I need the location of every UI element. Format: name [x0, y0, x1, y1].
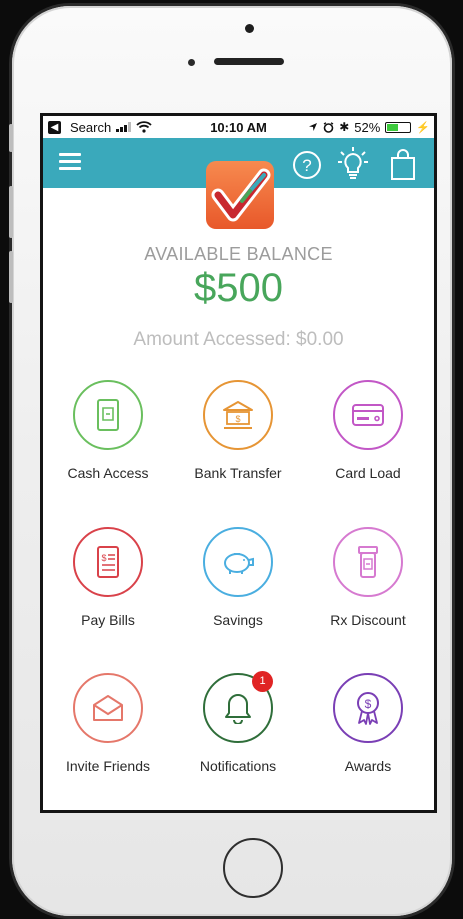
svg-text:?: ?: [302, 156, 311, 175]
tile-label: Notifications: [199, 758, 277, 774]
savings-circle[interactable]: [203, 527, 273, 597]
app-screen: ◀ Search 10:10 AM ✱ 52% ⚡ ? AVAILABLE BA…: [40, 113, 437, 813]
front-camera: [245, 24, 254, 33]
svg-text:$: $: [235, 414, 240, 424]
status-bar: ◀ Search 10:10 AM ✱ 52% ⚡: [43, 116, 434, 138]
pill-bottle-icon: [358, 546, 378, 578]
checkmark-logo-icon: [211, 168, 271, 222]
wifi-icon: [136, 121, 152, 133]
svg-text:$: $: [365, 697, 372, 711]
volume-up-button: [9, 186, 13, 238]
tile-bank-transfer[interactable]: $ Bank Transfer: [173, 380, 303, 481]
tile-label: Invite Friends: [65, 758, 151, 774]
alarm-icon: [323, 121, 334, 133]
cash-access-circle[interactable]: [73, 380, 143, 450]
bluetooth-icon: ✱: [339, 120, 350, 134]
amount-accessed-text: Amount Accessed: $0.00: [133, 329, 344, 350]
signal-icon: [116, 122, 132, 132]
envelope-icon: [93, 695, 123, 721]
tile-cash-access[interactable]: Cash Access: [43, 380, 173, 481]
back-arrow-icon[interactable]: ◀: [48, 120, 61, 134]
shopping-bag-icon[interactable]: [389, 149, 417, 181]
notification-badge: 1: [252, 671, 273, 692]
tile-label: Savings: [213, 612, 263, 628]
award-ribbon-icon: $: [357, 692, 379, 725]
bill-icon: $: [97, 546, 119, 578]
svg-text:$: $: [101, 553, 106, 563]
tile-label: Rx Discount: [330, 612, 406, 628]
bell-icon: [225, 694, 251, 724]
proximity-sensor: [188, 59, 195, 66]
home-button[interactable]: [223, 838, 283, 898]
tile-card-load[interactable]: Card Load: [303, 380, 433, 481]
awards-circle[interactable]: $: [333, 673, 403, 743]
tile-rx-discount[interactable]: Rx Discount: [303, 527, 433, 628]
tile-invite-friends[interactable]: Invite Friends: [43, 673, 173, 774]
tile-label: Bank Transfer: [194, 465, 282, 481]
available-balance-label: AVAILABLE BALANCE: [144, 244, 333, 264]
tile-label: Cash Access: [67, 465, 149, 481]
lightbulb-icon[interactable]: [336, 145, 370, 183]
back-to-app-label[interactable]: Search: [70, 120, 111, 135]
piggy-bank-icon: [224, 553, 254, 574]
tile-pay-bills[interactable]: $ Pay Bills: [43, 527, 173, 628]
tile-label: Card Load: [335, 465, 401, 481]
battery-icon: [385, 121, 412, 133]
notifications-circle[interactable]: 1: [203, 671, 273, 743]
location-arrow-icon: [309, 123, 318, 131]
help-icon[interactable]: ?: [291, 149, 323, 181]
atm-icon: [97, 399, 119, 431]
pay-bills-circle[interactable]: $: [73, 527, 143, 597]
bank-icon: $: [223, 401, 253, 429]
tile-notifications[interactable]: 1 Notifications: [173, 671, 303, 774]
card-load-circle[interactable]: [333, 380, 403, 450]
tile-label: Awards: [344, 758, 392, 774]
rx-discount-circle[interactable]: [333, 527, 403, 597]
earpiece-speaker: [214, 58, 284, 65]
app-logo: [206, 161, 274, 229]
battery-percent: 52%: [354, 119, 381, 135]
volume-down-button: [9, 251, 13, 303]
charging-icon: ⚡: [416, 121, 430, 134]
tile-awards[interactable]: $ Awards: [303, 673, 433, 774]
available-balance-value: $500: [194, 266, 283, 310]
tile-label: Pay Bills: [81, 612, 135, 628]
credit-card-icon: [352, 404, 384, 426]
bank-transfer-circle[interactable]: $: [203, 380, 273, 450]
tile-savings[interactable]: Savings: [173, 527, 303, 628]
mute-switch: [9, 124, 13, 152]
menu-icon[interactable]: [59, 153, 81, 171]
invite-friends-circle[interactable]: [73, 673, 143, 743]
